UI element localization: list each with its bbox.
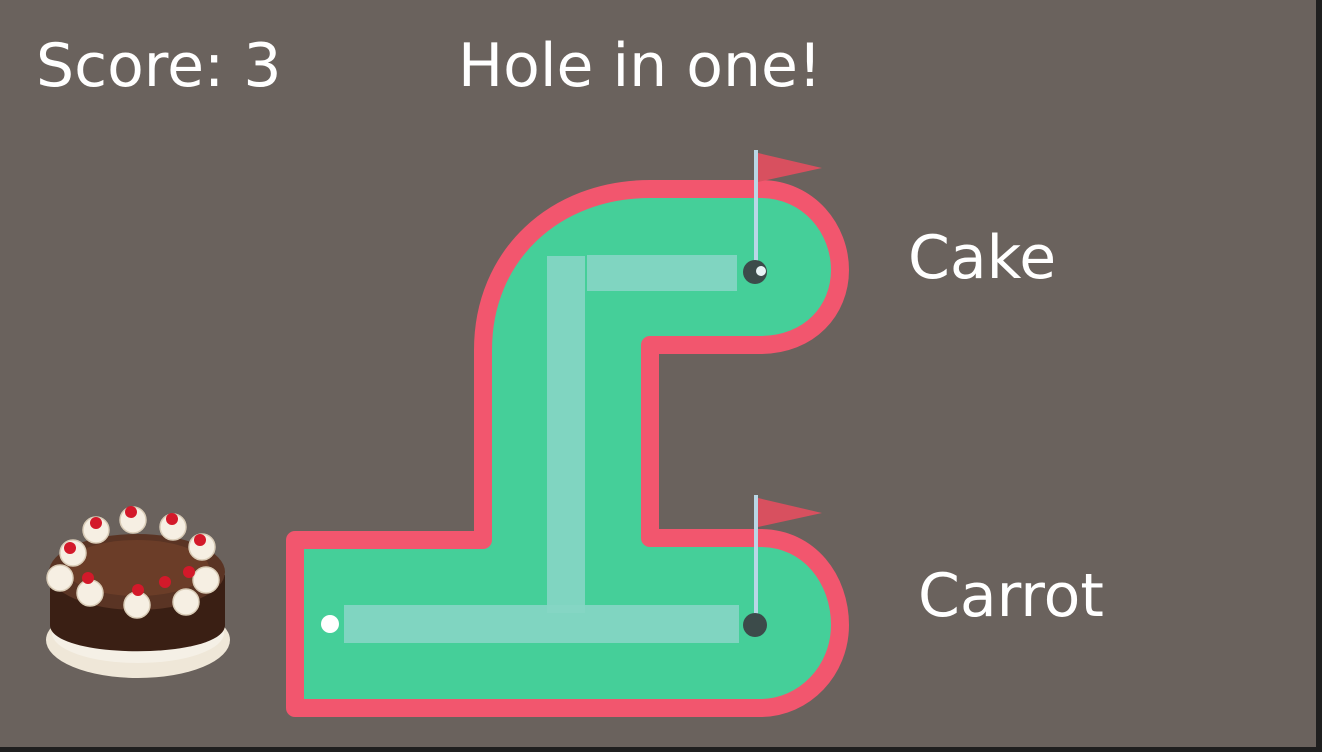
frame-edge-right [1316,0,1322,752]
guide-path-vertical [547,256,585,613]
guide-path-bottom [344,605,739,643]
golf-course [46,150,849,717]
frame-edge-bottom [0,747,1322,752]
hole-label-top: Cake [908,223,1057,293]
ball-start[interactable] [321,615,339,633]
ball-in-hole [756,266,766,276]
cake-icon [46,506,230,678]
hole-bottom[interactable] [743,613,767,637]
hole-label-bottom: Carrot [918,561,1104,631]
guide-path-top [587,255,737,291]
game-stage: Score: 3 Hole in one! Cake Carrot [0,0,1322,752]
